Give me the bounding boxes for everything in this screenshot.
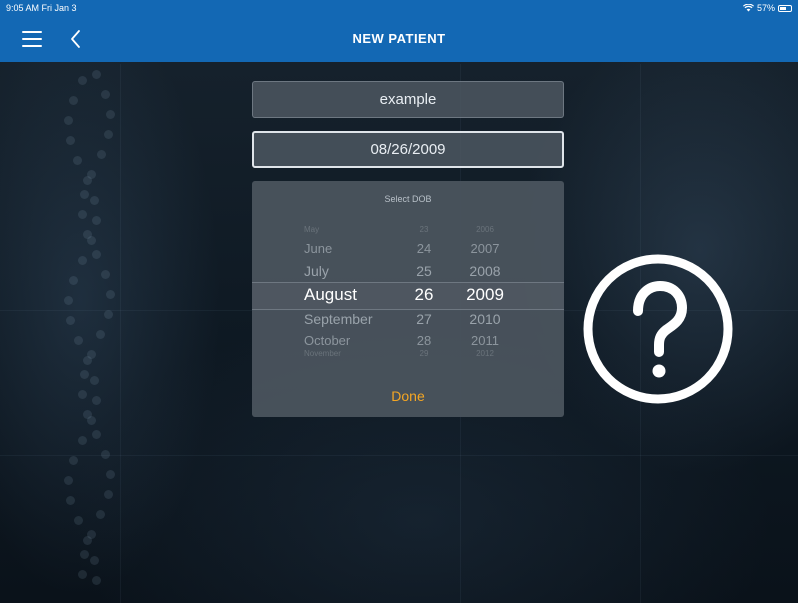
dna-dot bbox=[86, 236, 96, 245]
dna-dot bbox=[90, 556, 100, 565]
status-bar: 9:05 AM Fri Jan 3 57% bbox=[0, 0, 798, 16]
status-time-date: 9:05 AM Fri Jan 3 bbox=[6, 3, 77, 13]
dna-dot bbox=[78, 76, 87, 85]
day-option[interactable]: 23 bbox=[412, 225, 436, 234]
dna-dot bbox=[79, 370, 89, 379]
dna-dot bbox=[73, 336, 83, 345]
dna-dot bbox=[92, 250, 102, 259]
day-option[interactable]: 25 bbox=[412, 263, 436, 279]
app-screen: 9:05 AM Fri Jan 3 57% NEW PATIENT exampl… bbox=[0, 0, 798, 603]
dna-dot bbox=[90, 376, 100, 385]
dna-dot bbox=[68, 456, 78, 465]
background-grid-line bbox=[0, 455, 798, 456]
month-option[interactable]: October bbox=[304, 333, 350, 348]
day-option[interactable]: 27 bbox=[412, 311, 436, 327]
dna-dot bbox=[68, 276, 78, 285]
dna-dot bbox=[103, 490, 113, 499]
year-option[interactable]: 2011 bbox=[462, 333, 508, 348]
dna-dot bbox=[105, 470, 115, 479]
dna-dot bbox=[79, 190, 89, 199]
dna-dot bbox=[79, 550, 89, 559]
picker-title: Select DOB bbox=[384, 194, 432, 204]
day-option[interactable]: 28 bbox=[412, 333, 436, 348]
dna-dot bbox=[66, 316, 76, 325]
battery-icon bbox=[778, 4, 792, 12]
dna-dot bbox=[65, 136, 75, 145]
background-grid-line bbox=[120, 64, 121, 603]
dob-field[interactable]: 08/26/2009 bbox=[252, 131, 564, 168]
dna-dot bbox=[91, 576, 101, 585]
dna-dot bbox=[91, 396, 101, 405]
year-option[interactable]: 2010 bbox=[462, 311, 508, 327]
dna-dot bbox=[101, 270, 111, 279]
year-option[interactable]: 2007 bbox=[462, 241, 508, 256]
dna-dot bbox=[101, 90, 111, 99]
dna-dot bbox=[92, 70, 101, 79]
dna-dot bbox=[64, 476, 74, 485]
dna-dot bbox=[105, 110, 115, 119]
dna-dot bbox=[103, 310, 113, 319]
wifi-icon bbox=[742, 4, 754, 12]
day-selected[interactable]: 26 bbox=[412, 285, 436, 305]
month-option[interactable]: June bbox=[304, 241, 332, 256]
dna-dot bbox=[90, 196, 100, 205]
dna-dot bbox=[105, 290, 115, 299]
page-title: NEW PATIENT bbox=[352, 31, 446, 46]
dna-dot bbox=[92, 430, 102, 439]
dna-dot bbox=[64, 296, 74, 305]
patient-name-field[interactable]: example bbox=[252, 81, 564, 118]
day-option[interactable]: 29 bbox=[412, 349, 436, 358]
dna-dot bbox=[83, 356, 93, 365]
month-option[interactable]: November bbox=[304, 349, 341, 358]
dna-dot bbox=[73, 516, 83, 525]
dna-dot bbox=[77, 436, 87, 445]
battery-percent: 57% bbox=[756, 3, 775, 13]
dob-picker[interactable]: Select DOB May June July August September Oct… bbox=[252, 181, 564, 417]
dna-dot bbox=[78, 210, 88, 219]
year-option[interactable]: 2008 bbox=[462, 263, 508, 279]
dna-dot bbox=[64, 116, 74, 125]
dna-dot bbox=[78, 570, 88, 579]
battery-level-fill bbox=[780, 6, 786, 10]
month-selected[interactable]: August bbox=[304, 285, 357, 305]
dna-dot bbox=[73, 156, 83, 165]
picker-selection-band bbox=[252, 282, 564, 310]
dna-dot bbox=[82, 176, 92, 185]
dna-dot bbox=[96, 510, 106, 519]
month-option[interactable]: July bbox=[304, 263, 329, 279]
dna-dot bbox=[83, 536, 93, 545]
year-option[interactable]: 2006 bbox=[462, 225, 508, 234]
year-selected[interactable]: 2009 bbox=[462, 285, 508, 305]
dna-dot bbox=[78, 390, 88, 399]
dna-dot bbox=[86, 416, 96, 425]
dna-dot bbox=[104, 130, 114, 139]
navigation-bar: NEW PATIENT bbox=[0, 16, 798, 62]
year-option[interactable]: 2012 bbox=[462, 349, 508, 358]
dna-dot bbox=[96, 330, 106, 339]
done-button[interactable]: Done bbox=[252, 388, 564, 404]
question-mark-icon[interactable] bbox=[582, 253, 734, 405]
dna-dot bbox=[77, 256, 87, 265]
dna-dot bbox=[68, 96, 78, 105]
month-option[interactable]: September bbox=[304, 311, 372, 327]
dna-dot bbox=[91, 216, 101, 225]
status-indicators: 57% bbox=[742, 3, 792, 13]
month-option[interactable]: May bbox=[304, 225, 319, 234]
dna-dot bbox=[66, 496, 76, 505]
dna-dot bbox=[96, 150, 106, 159]
day-option[interactable]: 24 bbox=[412, 241, 436, 256]
